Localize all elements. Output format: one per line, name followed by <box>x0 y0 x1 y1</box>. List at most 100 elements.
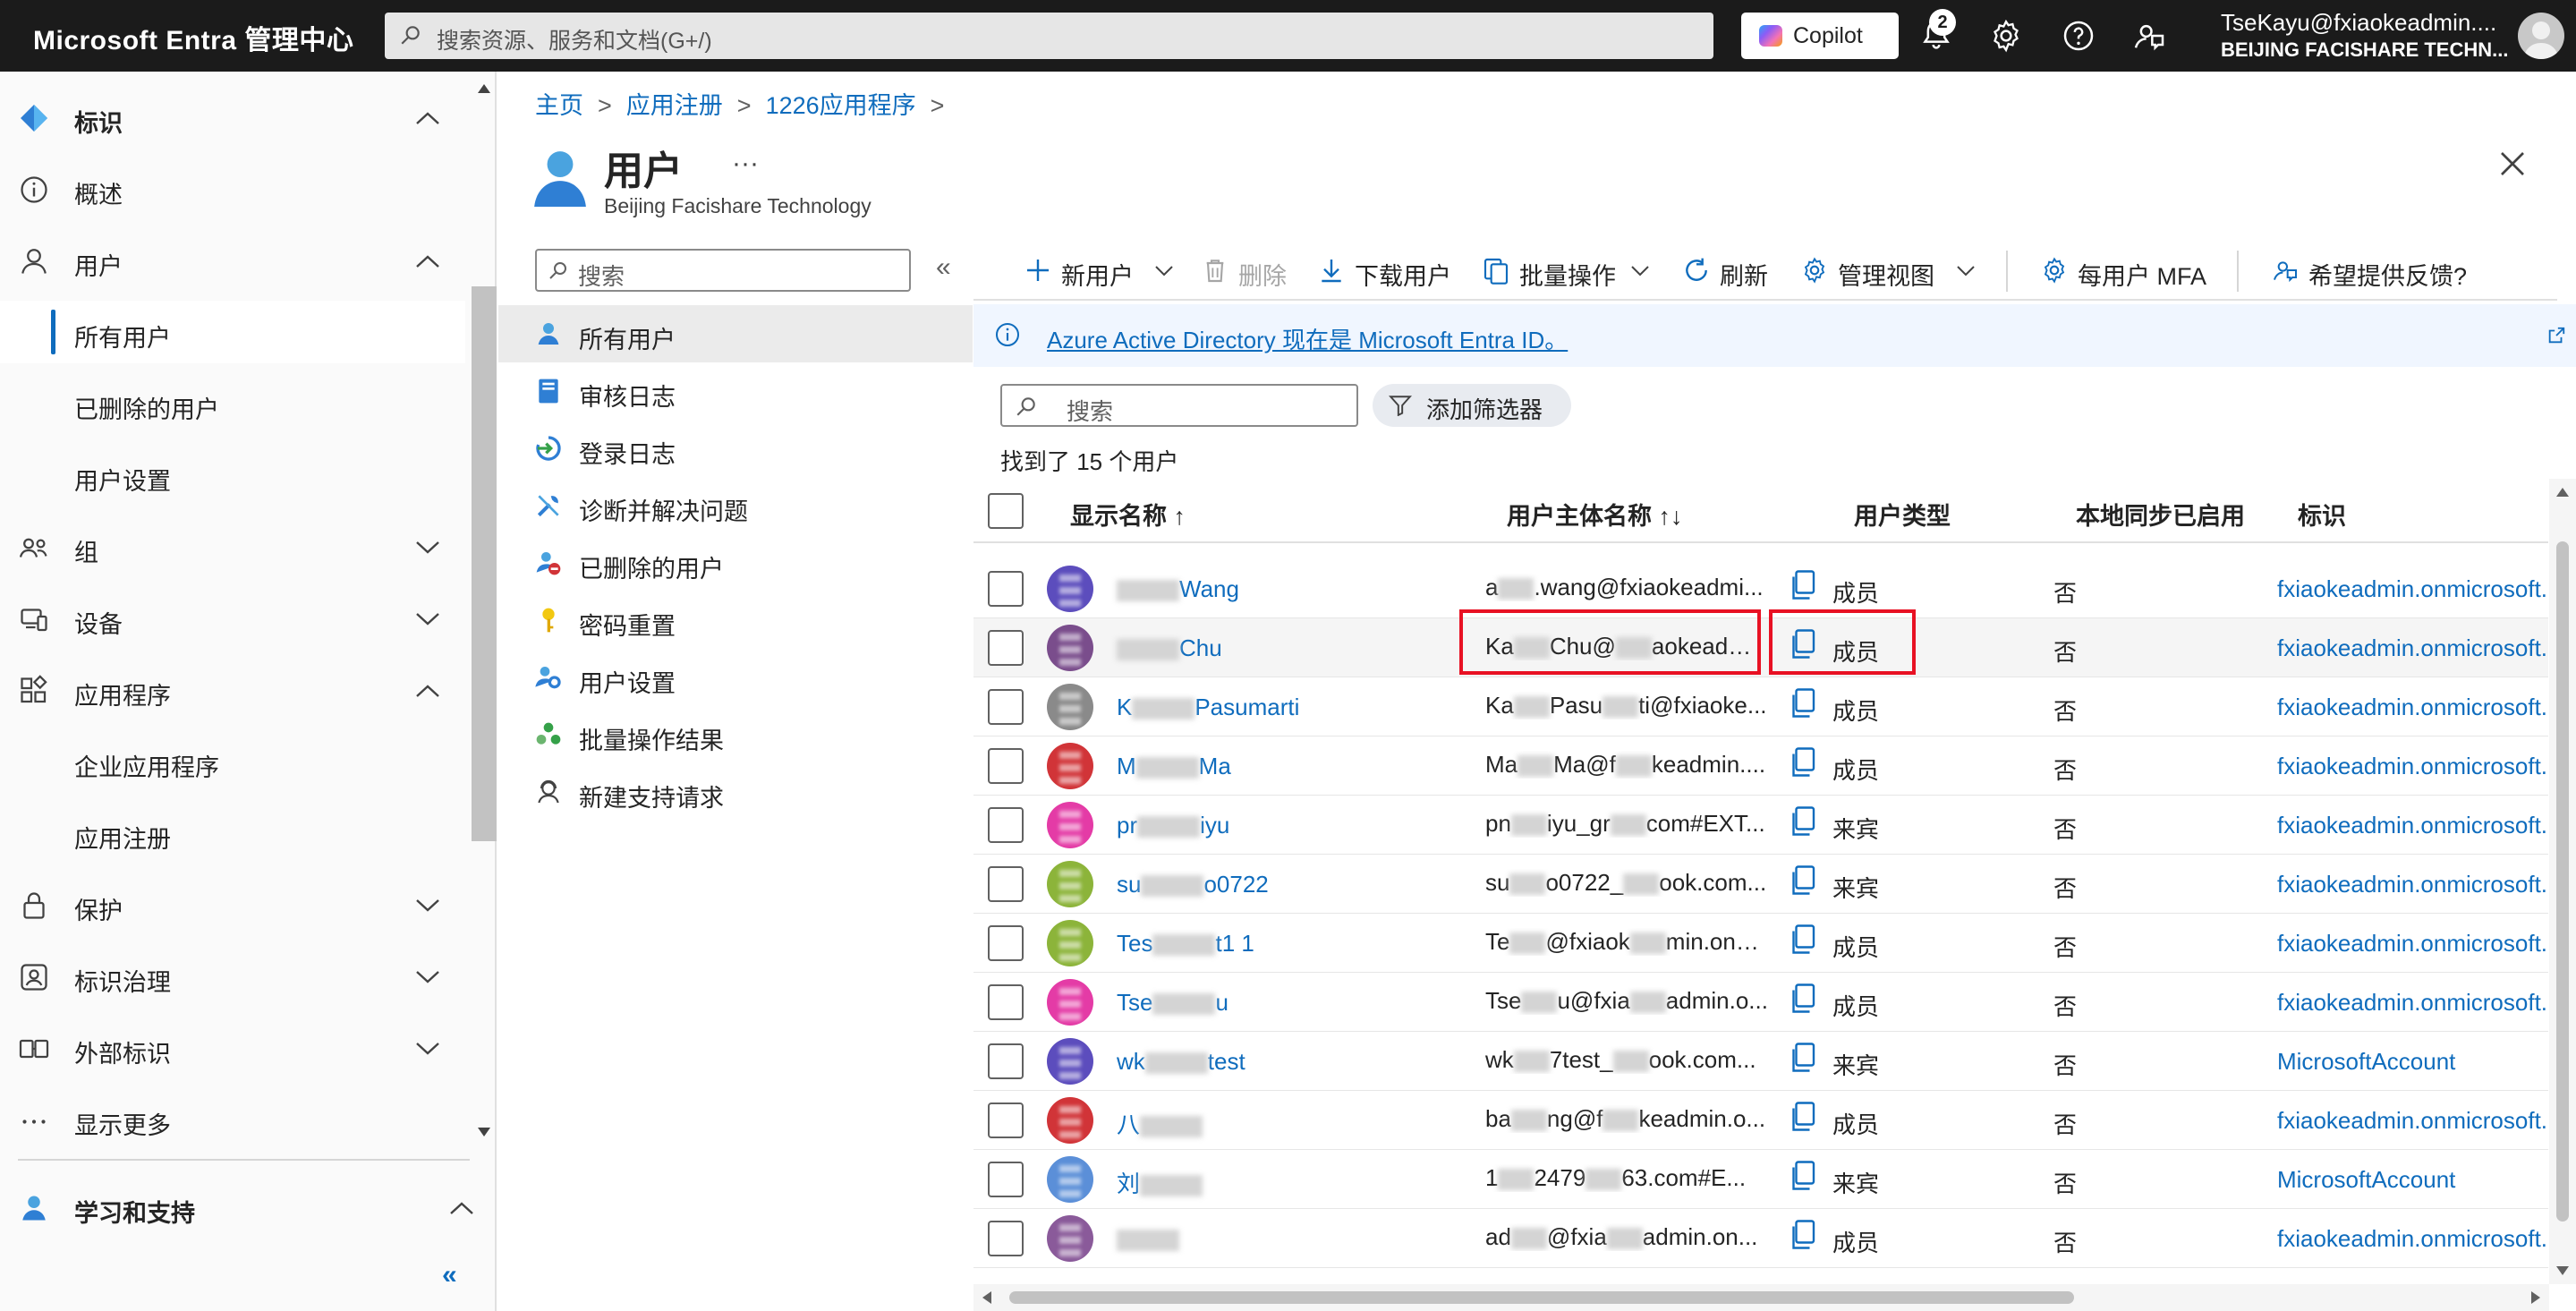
bulk-operations-button[interactable]: 批量操作 <box>1482 252 1652 290</box>
identity-link[interactable]: MicrosoftAccount <box>2277 1048 2548 1076</box>
vertical-scroll-thumb[interactable] <box>2556 541 2569 1222</box>
breadcrumb-home[interactable]: 主页 <box>535 92 583 119</box>
table-row[interactable]: su o0722 su o0722_ ook.com... 来宾 否 fxiaokeadmin… <box>973 855 2548 914</box>
table-row[interactable]: Tes t1 1 Te @fxiaok min.onm... 成员 否 fxiaokeadmi… <box>973 914 2548 973</box>
nav-scroll-thumb[interactable] <box>472 286 497 841</box>
user-display-name[interactable]: Chu <box>1117 634 1222 662</box>
row-checkbox[interactable] <box>988 1162 1024 1197</box>
table-row[interactable]: pr iyu pn iyu_gr com#EXT... 来宾 否 fxiaokeadmin.o… <box>973 796 2548 855</box>
copy-icon[interactable] <box>1790 806 1816 839</box>
nav-users[interactable]: 用户 <box>0 229 465 292</box>
add-filter-button[interactable]: 添加筛选器 <box>1373 384 1571 427</box>
scroll-down-icon[interactable] <box>2556 1266 2569 1275</box>
row-checkbox[interactable] <box>988 1221 1024 1256</box>
new-user-button[interactable]: 新用户 <box>1024 252 1185 290</box>
submenu-audit-logs[interactable]: 审核日志 <box>498 362 973 420</box>
select-all-checkbox[interactable] <box>988 493 1024 529</box>
collapse-submenu-button[interactable]: « <box>936 252 951 283</box>
scroll-left-icon[interactable] <box>982 1291 991 1304</box>
identity-link[interactable]: fxiaokeadmin.onmicrosoft. <box>2277 1225 2548 1253</box>
submenu-search-input[interactable]: 搜索 <box>535 249 911 292</box>
table-row[interactable]: wk test wk 7test_ ook.com... 来宾 否 MicrosoftAcco… <box>973 1032 2548 1091</box>
table-row[interactable]: K Pasumarti Ka Pasu ti@fxiaoke... 成员 否 fxiaokea… <box>973 677 2548 736</box>
copy-icon[interactable] <box>1790 1220 1816 1252</box>
user-display-name[interactable]: Tes t1 1 <box>1117 930 1254 958</box>
nav-learn-support[interactable]: 学习和支持 <box>0 1176 497 1239</box>
user-display-name[interactable]: pr iyu <box>1117 812 1229 839</box>
nav-deleted-users[interactable]: 已删除的用户 <box>0 372 465 435</box>
row-checkbox[interactable] <box>988 866 1024 902</box>
submenu-bulk-results[interactable]: 批量操作结果 <box>498 706 973 763</box>
delete-button[interactable]: 删除 <box>1201 252 1299 290</box>
user-avatar[interactable] <box>1047 920 1093 966</box>
user-display-name[interactable]: su o0722 <box>1117 871 1269 898</box>
user-display-name[interactable]: 八 <box>1117 1107 1203 1140</box>
submenu-support-request[interactable]: 新建支持请求 <box>498 763 973 821</box>
copy-icon[interactable] <box>1790 983 1816 1016</box>
column-on-prem-sync[interactable]: 本地同步已启用 <box>2076 497 2245 532</box>
identity-link[interactable]: fxiaokeadmin.onmicrosoft. <box>2277 575 2548 603</box>
row-checkbox[interactable] <box>988 925 1024 961</box>
download-users-button[interactable]: 下载用户 <box>1317 252 1460 290</box>
identity-link[interactable]: fxiaokeadmin.onmicrosoft. <box>2277 930 2548 958</box>
copy-icon[interactable] <box>1790 1102 1816 1134</box>
user-avatar[interactable] <box>1047 743 1093 789</box>
nav-app-registrations[interactable]: 应用注册 <box>0 802 465 864</box>
submenu-sign-in-logs[interactable]: 登录日志 <box>498 420 973 477</box>
copy-icon[interactable] <box>1790 865 1816 898</box>
nav-identity-governance[interactable]: 标识治理 <box>0 945 465 1008</box>
copy-icon[interactable] <box>1790 924 1816 957</box>
table-vertical-scrollbar[interactable] <box>2549 479 2576 1284</box>
column-user-type[interactable]: 用户类型 <box>1854 497 1951 532</box>
breadcrumb-app-registrations[interactable]: 应用注册 <box>626 92 723 119</box>
gear-icon[interactable] <box>1988 18 2024 54</box>
identity-link[interactable]: fxiaokeadmin.onmicrosoft. <box>2277 871 2548 898</box>
scroll-up-icon[interactable] <box>2556 488 2569 497</box>
nav-devices[interactable]: 设备 <box>0 587 465 650</box>
external-link-icon[interactable] <box>2546 326 2566 345</box>
submenu-all-users[interactable]: 所有用户 <box>498 305 973 362</box>
row-checkbox[interactable] <box>988 748 1024 784</box>
user-avatar[interactable] <box>1047 566 1093 612</box>
nav-identity[interactable]: 标识 <box>0 86 465 149</box>
nav-show-more[interactable]: 显示更多 <box>0 1088 465 1151</box>
identity-link[interactable]: fxiaokeadmin.onmicrosoft. <box>2277 812 2548 839</box>
scroll-right-icon[interactable] <box>2531 1291 2540 1304</box>
avatar[interactable] <box>2518 13 2564 59</box>
copy-icon[interactable] <box>1790 1161 1816 1193</box>
nav-external-identities[interactable]: 外部标识 <box>0 1017 465 1079</box>
user-avatar[interactable] <box>1047 1038 1093 1085</box>
nav-all-users[interactable]: 所有用户 <box>0 301 465 363</box>
scroll-down-icon[interactable] <box>478 1128 490 1136</box>
nav-applications[interactable]: 应用程序 <box>0 659 465 721</box>
horizontal-scroll-thumb[interactable] <box>1009 1291 2074 1304</box>
row-checkbox[interactable] <box>988 571 1024 607</box>
row-checkbox[interactable] <box>988 984 1024 1020</box>
identity-link[interactable]: fxiaokeadmin.onmicrosoft. <box>2277 694 2548 721</box>
user-display-name[interactable]: Wang <box>1117 575 1239 603</box>
identity-link[interactable]: fxiaokeadmin.onmicrosoft. <box>2277 1107 2548 1135</box>
submenu-user-settings[interactable]: 用户设置 <box>498 649 973 706</box>
submenu-password-reset[interactable]: 密码重置 <box>498 592 973 649</box>
column-identities[interactable]: 标识 <box>2298 497 2346 532</box>
close-icon[interactable] <box>2496 148 2529 180</box>
table-row[interactable]: 刘 1 2479 63.com#E... 来宾 否 MicrosoftAccount <box>973 1150 2548 1209</box>
row-checkbox[interactable] <box>988 689 1024 725</box>
copy-icon[interactable] <box>1790 570 1816 602</box>
user-avatar[interactable] <box>1047 684 1093 730</box>
identity-link[interactable]: fxiaokeadmin.onmicrosoft. <box>2277 753 2548 780</box>
submenu-deleted-users[interactable]: 已删除的用户 <box>498 534 973 592</box>
info-banner-link[interactable]: Azure Active Directory 现在是 Microsoft Ent… <box>1047 322 1568 355</box>
feedback-button[interactable]: 希望提供反馈? <box>2271 252 2495 290</box>
user-display-name[interactable]: K Pasumarti <box>1117 694 1299 721</box>
table-horizontal-scrollbar[interactable] <box>973 1284 2549 1311</box>
table-row[interactable]: Wang a .wang@fxiaokeadmi... 成员 否 fxiaokeadmin… <box>973 559 2548 618</box>
user-avatar[interactable] <box>1047 1215 1093 1262</box>
scroll-up-icon[interactable] <box>478 84 490 93</box>
row-checkbox[interactable] <box>988 807 1024 843</box>
global-search-input[interactable]: 搜索资源、服务和文档(G+/) <box>385 13 1713 59</box>
identity-link[interactable]: fxiaokeadmin.onmicrosoft. <box>2277 634 2548 662</box>
user-search-input[interactable]: 搜索 <box>1000 384 1358 427</box>
table-row[interactable]: 八 ba ng@f keadmin.o... 成员 否 fxiaokeadmin.onmic… <box>973 1091 2548 1150</box>
breadcrumb-application[interactable]: 1226应用程序 <box>766 92 916 119</box>
